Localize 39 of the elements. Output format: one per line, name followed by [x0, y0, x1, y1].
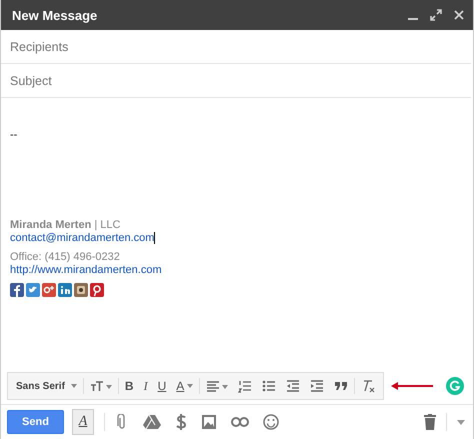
- font-dropdown[interactable]: Sans Serif: [12, 380, 81, 392]
- caret-icon: [187, 384, 194, 388]
- caret-icon[interactable]: [457, 420, 465, 424]
- social-icon[interactable]: [74, 283, 88, 297]
- window-title: New Message: [12, 8, 98, 22]
- text-color-button[interactable]: A: [172, 376, 198, 396]
- office-phone: Office: (415) 496-0232: [10, 251, 121, 264]
- signature-name: Miranda Merten | LLC: [10, 219, 122, 232]
- dollar-icon[interactable]: [175, 413, 187, 431]
- formatting-toggle[interactable]: A: [72, 409, 94, 435]
- social-icon[interactable]: [10, 283, 24, 297]
- social-icon[interactable]: [42, 283, 56, 297]
- bold-button[interactable]: B: [120, 376, 138, 396]
- numbered-icon: [238, 379, 252, 393]
- image-icon[interactable]: [201, 414, 217, 430]
- social-icon[interactable]: [90, 283, 104, 297]
- smiley-icon[interactable]: [263, 414, 279, 430]
- align-icon: [206, 379, 228, 393]
- signature-separator: --: [10, 129, 18, 141]
- outdent-icon: [286, 379, 300, 393]
- social-icon[interactable]: [26, 283, 40, 297]
- clear-icon: [361, 379, 376, 393]
- close-icon[interactable]: [453, 9, 465, 21]
- expand-icon[interactable]: [430, 9, 442, 21]
- trash-icon[interactable]: [424, 414, 436, 430]
- indent-icon: [310, 379, 324, 393]
- caret-icon: [70, 384, 77, 388]
- link-icon[interactable]: [231, 417, 249, 427]
- email-link[interactable]: contact@mirandamerten.com: [10, 232, 154, 244]
- pointer-arrow: [391, 382, 434, 390]
- underline-button[interactable]: U: [154, 376, 170, 396]
- triangle-icon[interactable]: [143, 414, 161, 430]
- bulleted-icon: [262, 379, 276, 393]
- social-icon[interactable]: [58, 283, 72, 297]
- quote-icon: [334, 379, 348, 393]
- size-icon: [90, 379, 112, 393]
- website-link[interactable]: http://www.mirandamerten.com: [10, 264, 162, 276]
- send-button[interactable]: Send: [7, 410, 64, 434]
- italic-button[interactable]: I: [140, 376, 152, 396]
